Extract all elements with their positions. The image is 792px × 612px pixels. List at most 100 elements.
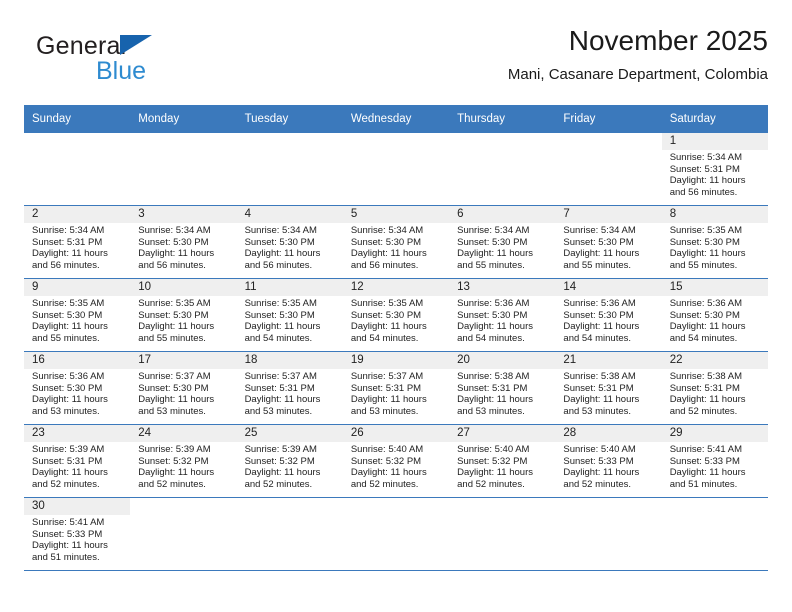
- calendar-day-23[interactable]: 23 Sunrise: 5:39 AM Sunset: 5:31 PM Dayligh…: [24, 425, 131, 497]
- calendar-cell: 25 Sunrise: 5:39 AM Sunset: 5:32 PM Dayligh…: [236, 424, 343, 498]
- sunset-text: Sunset: 5:30 PM: [350, 309, 422, 321]
- calendar-day-empty: [237, 133, 343, 205]
- day-number-band: [130, 498, 236, 515]
- calendar-day-24[interactable]: 24 Sunrise: 5:39 AM Sunset: 5:32 PM Dayligh…: [130, 425, 237, 497]
- calendar-day-1[interactable]: 1 Sunrise: 5:34 AM Sunset: 5:31 PM Daylight…: [661, 133, 768, 205]
- calendar-cell: 24 Sunrise: 5:39 AM Sunset: 5:32 PM Dayligh…: [130, 424, 237, 498]
- calendar-cell: [130, 133, 237, 206]
- sunrise-text: Sunrise: 5:39 AM: [138, 444, 211, 455]
- calendar-day-10[interactable]: 10 Sunrise: 5:35 AM Sunset: 5:30 PM Dayligh…: [130, 279, 237, 351]
- calendar-day-empty: [237, 498, 343, 570]
- calendar-cell: [342, 133, 450, 206]
- calendar-cell: [449, 133, 556, 206]
- sunrise-text: Sunrise: 5:37 AM: [138, 371, 211, 382]
- calendar-body: 1 Sunrise: 5:34 AM Sunset: 5:31 PM Daylight…: [24, 133, 768, 571]
- day-details: Sunrise: 5:35 AM Sunset: 5:30 PM Daylight:…: [24, 296, 130, 344]
- calendar-day-empty: [130, 498, 236, 570]
- day-number-band: [343, 498, 449, 515]
- day-details: Sunrise: 5:34 AM Sunset: 5:30 PM Daylight:…: [555, 223, 661, 271]
- day-details: Sunrise: 5:36 AM Sunset: 5:30 PM Daylight:…: [662, 296, 768, 344]
- day-details: Sunrise: 5:38 AM Sunset: 5:31 PM Daylight:…: [449, 369, 555, 417]
- calendar-day-19[interactable]: 19 Sunrise: 5:37 AM Sunset: 5:31 PM Dayligh…: [342, 352, 450, 424]
- daylight-text: Daylight: 11 hours and 51 minutes.: [32, 540, 108, 563]
- calendar-week-row: 1 Sunrise: 5:34 AM Sunset: 5:31 PM Daylight…: [24, 133, 768, 206]
- sunset-text: Sunset: 5:30 PM: [669, 236, 740, 248]
- calendar-cell: [236, 133, 343, 206]
- sunrise-text: Sunrise: 5:39 AM: [244, 444, 317, 455]
- sunset-text: Sunset: 5:30 PM: [563, 236, 634, 248]
- calendar-cell: 10 Sunrise: 5:35 AM Sunset: 5:30 PM Dayligh…: [130, 278, 237, 352]
- sunrise-text: Sunrise: 5:34 AM: [563, 225, 636, 236]
- calendar-day-20[interactable]: 20 Sunrise: 5:38 AM Sunset: 5:31 PM Dayligh…: [449, 352, 556, 424]
- calendar-cell: 6 Sunrise: 5:34 AM Sunset: 5:30 PM Daylight…: [449, 205, 556, 279]
- calendar-day-7[interactable]: 7 Sunrise: 5:34 AM Sunset: 5:30 PM Daylight…: [555, 206, 662, 278]
- day-number: 8: [661, 206, 768, 223]
- calendar-day-17[interactable]: 17 Sunrise: 5:37 AM Sunset: 5:30 PM Dayligh…: [130, 352, 237, 424]
- day-number-band: [343, 133, 449, 150]
- calendar-day-21[interactable]: 21 Sunrise: 5:38 AM Sunset: 5:31 PM Dayligh…: [555, 352, 662, 424]
- calendar-day-15[interactable]: 15 Sunrise: 5:36 AM Sunset: 5:30 PM Dayligh…: [661, 279, 768, 351]
- sunset-text: Sunset: 5:32 PM: [138, 455, 209, 467]
- sunrise-text: Sunrise: 5:38 AM: [669, 371, 743, 382]
- sunset-text: Sunset: 5:30 PM: [32, 382, 103, 394]
- day-number: 13: [449, 279, 556, 296]
- day-details: Sunrise: 5:37 AM Sunset: 5:31 PM Daylight:…: [237, 369, 343, 417]
- calendar-cell: [661, 497, 768, 571]
- calendar-cell: 26 Sunrise: 5:40 AM Sunset: 5:32 PM Dayligh…: [342, 424, 450, 498]
- day-number: 3: [130, 206, 237, 223]
- daylight-text: Daylight: 11 hours and 54 minutes.: [244, 321, 321, 344]
- day-number: 10: [130, 279, 237, 296]
- day-number: 15: [661, 279, 768, 296]
- daylight-text: Daylight: 11 hours and 53 minutes.: [138, 394, 215, 417]
- calendar-day-30[interactable]: 30 Sunrise: 5:41 AM Sunset: 5:33 PM Dayligh…: [24, 498, 131, 570]
- day-number-band: [237, 133, 343, 150]
- day-details: Sunrise: 5:40 AM Sunset: 5:32 PM Daylight:…: [343, 442, 449, 490]
- calendar-cell: 8 Sunrise: 5:35 AM Sunset: 5:30 PM Daylight…: [661, 205, 768, 279]
- day-details: Sunrise: 5:38 AM Sunset: 5:31 PM Daylight:…: [662, 369, 768, 417]
- calendar-day-26[interactable]: 26 Sunrise: 5:40 AM Sunset: 5:32 PM Dayligh…: [342, 425, 450, 497]
- day-details: Sunrise: 5:34 AM Sunset: 5:30 PM Daylight:…: [130, 223, 236, 271]
- calendar-day-11[interactable]: 11 Sunrise: 5:35 AM Sunset: 5:30 PM Dayligh…: [236, 279, 343, 351]
- calendar-day-13[interactable]: 13 Sunrise: 5:36 AM Sunset: 5:30 PM Dayligh…: [449, 279, 556, 351]
- calendar-day-empty: [555, 133, 661, 205]
- calendar-day-29[interactable]: 29 Sunrise: 5:41 AM Sunset: 5:33 PM Dayligh…: [661, 425, 768, 497]
- calendar-cell: 7 Sunrise: 5:34 AM Sunset: 5:30 PM Daylight…: [555, 205, 662, 279]
- day-details: Sunrise: 5:39 AM Sunset: 5:32 PM Daylight:…: [237, 442, 343, 490]
- calendar-cell: 15 Sunrise: 5:36 AM Sunset: 5:30 PM Dayligh…: [661, 278, 768, 352]
- calendar-day-empty: [24, 133, 130, 205]
- sunrise-text: Sunrise: 5:34 AM: [350, 225, 424, 236]
- calendar-day-27[interactable]: 27 Sunrise: 5:40 AM Sunset: 5:32 PM Dayligh…: [449, 425, 556, 497]
- calendar-day-6[interactable]: 6 Sunrise: 5:34 AM Sunset: 5:30 PM Daylight…: [449, 206, 556, 278]
- calendar-cell: 9 Sunrise: 5:35 AM Sunset: 5:30 PM Daylight…: [24, 278, 131, 352]
- calendar-cell: [130, 497, 237, 571]
- calendar-cell: 4 Sunrise: 5:34 AM Sunset: 5:30 PM Daylight…: [236, 205, 343, 279]
- day-number: 29: [661, 425, 768, 442]
- day-number: 6: [449, 206, 556, 223]
- calendar-day-8[interactable]: 8 Sunrise: 5:35 AM Sunset: 5:30 PM Daylight…: [661, 206, 768, 278]
- daylight-text: Daylight: 11 hours and 53 minutes.: [457, 394, 533, 417]
- calendar-day-18[interactable]: 18 Sunrise: 5:37 AM Sunset: 5:31 PM Dayligh…: [236, 352, 343, 424]
- calendar-day-3[interactable]: 3 Sunrise: 5:34 AM Sunset: 5:30 PM Daylight…: [130, 206, 237, 278]
- calendar-day-16[interactable]: 16 Sunrise: 5:36 AM Sunset: 5:30 PM Dayligh…: [24, 352, 131, 424]
- calendar-day-5[interactable]: 5 Sunrise: 5:34 AM Sunset: 5:30 PM Daylight…: [342, 206, 450, 278]
- calendar-day-4[interactable]: 4 Sunrise: 5:34 AM Sunset: 5:30 PM Daylight…: [236, 206, 343, 278]
- sunrise-text: Sunrise: 5:35 AM: [350, 298, 424, 309]
- daylight-text: Daylight: 11 hours and 53 minutes.: [563, 394, 640, 417]
- day-number: 14: [555, 279, 662, 296]
- general-blue-logo[interactable]: General Blue: [36, 32, 236, 90]
- calendar-day-28[interactable]: 28 Sunrise: 5:40 AM Sunset: 5:33 PM Dayligh…: [555, 425, 662, 497]
- calendar-cell: 30 Sunrise: 5:41 AM Sunset: 5:33 PM Dayligh…: [24, 497, 131, 571]
- daylight-text: Daylight: 11 hours and 54 minutes.: [669, 321, 746, 344]
- day-details: Sunrise: 5:39 AM Sunset: 5:32 PM Daylight:…: [130, 442, 236, 490]
- calendar-day-empty: [449, 498, 555, 570]
- day-details: Sunrise: 5:35 AM Sunset: 5:30 PM Daylight:…: [662, 223, 768, 271]
- sunset-text: Sunset: 5:31 PM: [350, 382, 422, 394]
- calendar-day-25[interactable]: 25 Sunrise: 5:39 AM Sunset: 5:32 PM Dayligh…: [236, 425, 343, 497]
- daylight-text: Daylight: 11 hours and 55 minutes.: [563, 248, 640, 271]
- calendar-day-22[interactable]: 22 Sunrise: 5:38 AM Sunset: 5:31 PM Dayligh…: [661, 352, 768, 424]
- calendar-day-12[interactable]: 12 Sunrise: 5:35 AM Sunset: 5:30 PM Dayligh…: [342, 279, 450, 351]
- calendar-day-9[interactable]: 9 Sunrise: 5:35 AM Sunset: 5:30 PM Daylight…: [24, 279, 131, 351]
- calendar-day-2[interactable]: 2 Sunrise: 5:34 AM Sunset: 5:31 PM Daylight…: [24, 206, 131, 278]
- calendar-day-14[interactable]: 14 Sunrise: 5:36 AM Sunset: 5:30 PM Dayligh…: [555, 279, 662, 351]
- sunrise-text: Sunrise: 5:38 AM: [457, 371, 530, 382]
